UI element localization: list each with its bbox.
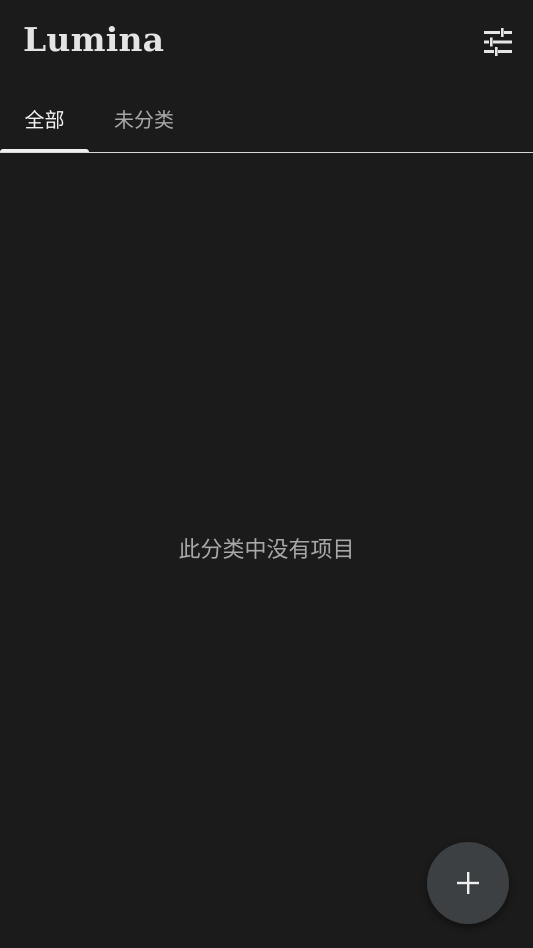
category-tabs: 全部 未分类 — [0, 84, 533, 154]
tune-sliders-icon — [484, 28, 512, 56]
tabs-divider — [0, 152, 533, 153]
tab-uncategorized[interactable]: 未分类 — [89, 84, 199, 152]
filter-settings-button[interactable] — [476, 20, 520, 64]
empty-state-message: 此分类中没有项目 — [178, 538, 355, 563]
app-bar: Lumina — [0, 0, 533, 84]
app-title: Lumina — [23, 20, 165, 59]
app-screen: Lumina 全部 未分类 此分类中没有项目 — [0, 0, 533, 948]
add-item-button[interactable] — [427, 842, 509, 924]
plus-icon — [457, 872, 479, 894]
tab-all[interactable]: 全部 — [0, 84, 89, 152]
